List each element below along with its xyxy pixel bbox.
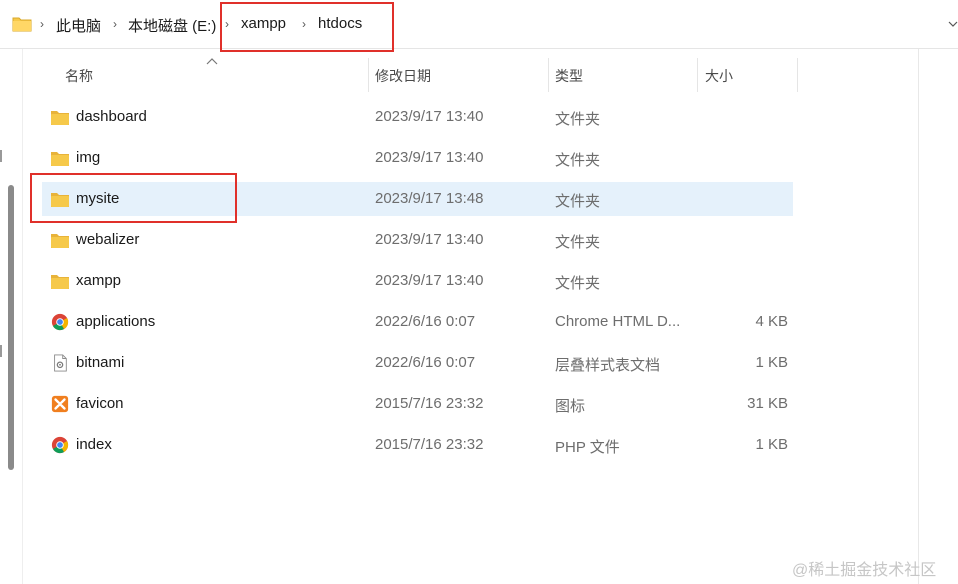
file-type: 文件夹 bbox=[555, 275, 601, 292]
column-header-type[interactable]: 类型 bbox=[555, 66, 583, 86]
file-date: 2023/9/17 13:48 bbox=[375, 190, 484, 207]
file-row-dashboard[interactable]: dashboard 2023/9/17 13:40 文件夹 bbox=[42, 100, 793, 134]
file-date: 2023/9/17 13:40 bbox=[375, 149, 484, 166]
file-row-xampp[interactable]: xampp 2023/9/17 13:40 文件夹 bbox=[42, 264, 793, 298]
folder-icon bbox=[51, 275, 69, 289]
file-size: 1 KB bbox=[755, 436, 788, 453]
column-header-name[interactable]: 名称 bbox=[65, 66, 93, 86]
file-size: 31 KB bbox=[747, 395, 788, 412]
file-type: 层叠样式表文档 bbox=[555, 357, 661, 374]
breadcrumb-local-disk-e[interactable]: 本地磁盘 (E:) bbox=[128, 15, 216, 36]
chevron-right-icon[interactable]: › bbox=[222, 17, 232, 31]
file-name: dashboard bbox=[76, 108, 147, 125]
folder-icon bbox=[51, 152, 69, 166]
breadcrumb-this-pc[interactable]: 此电脑 bbox=[56, 15, 101, 36]
file-date: 2023/9/17 13:40 bbox=[375, 108, 484, 125]
file-row-applications[interactable]: applications 2022/6/16 0:07 Chrome HTML … bbox=[42, 305, 793, 339]
column-divider[interactable] bbox=[368, 58, 369, 92]
column-divider[interactable] bbox=[797, 58, 798, 92]
sort-ascending-icon bbox=[206, 58, 218, 65]
chrome-icon bbox=[51, 313, 69, 331]
file-row-favicon[interactable]: favicon 2015/7/16 23:32 图标 31 KB bbox=[42, 387, 793, 421]
file-name: webalizer bbox=[76, 231, 140, 248]
folder-icon bbox=[12, 17, 32, 32]
file-name: img bbox=[76, 149, 101, 166]
watermark: @稀土掘金技术社区 bbox=[792, 562, 937, 579]
file-row-index[interactable]: index 2015/7/16 23:32 PHP 文件 1 KB bbox=[42, 428, 793, 462]
file-type: Chrome HTML D... bbox=[555, 313, 681, 330]
file-date: 2023/9/17 13:40 bbox=[375, 272, 484, 289]
file-name: xampp bbox=[76, 272, 122, 289]
column-divider[interactable] bbox=[548, 58, 549, 92]
file-type: 图标 bbox=[555, 398, 586, 415]
file-type: 文件夹 bbox=[555, 152, 601, 169]
chevron-right-icon[interactable]: › bbox=[299, 17, 309, 31]
chevron-right-icon[interactable]: › bbox=[37, 17, 47, 31]
file-type: 文件夹 bbox=[555, 234, 601, 251]
chevron-down-icon[interactable] bbox=[948, 18, 958, 30]
file-name: mysite bbox=[76, 190, 120, 207]
css-file-icon bbox=[54, 354, 67, 372]
folder-icon bbox=[51, 193, 69, 207]
pane-marker bbox=[0, 150, 2, 162]
file-name: applications bbox=[76, 313, 156, 330]
file-type: 文件夹 bbox=[555, 111, 601, 128]
file-row-img[interactable]: img 2023/9/17 13:40 文件夹 bbox=[42, 141, 793, 175]
file-name: index bbox=[76, 436, 112, 453]
file-date: 2015/7/16 23:32 bbox=[375, 395, 484, 412]
folder-icon bbox=[51, 111, 69, 125]
file-name: favicon bbox=[76, 395, 124, 412]
navigation-scrollbar-thumb[interactable] bbox=[8, 185, 14, 470]
folder-icon bbox=[51, 234, 69, 248]
file-date: 2022/6/16 0:07 bbox=[375, 354, 476, 371]
breadcrumb-htdocs[interactable]: htdocs bbox=[318, 15, 362, 32]
chrome-icon bbox=[51, 436, 69, 454]
file-size: 4 KB bbox=[755, 313, 788, 330]
details-pane-divider bbox=[918, 49, 919, 584]
address-bar[interactable]: › 此电脑 › 本地磁盘 (E:) › xampp › htdocs bbox=[0, 0, 958, 49]
file-date: 2023/9/17 13:40 bbox=[375, 231, 484, 248]
xampp-icon bbox=[51, 395, 69, 413]
pane-marker bbox=[0, 345, 2, 357]
column-header-size[interactable]: 大小 bbox=[705, 66, 733, 86]
column-divider[interactable] bbox=[697, 58, 698, 92]
chevron-right-icon[interactable]: › bbox=[110, 17, 120, 31]
file-row-webalizer[interactable]: webalizer 2023/9/17 13:40 文件夹 bbox=[42, 223, 793, 257]
file-size: 1 KB bbox=[755, 354, 788, 371]
file-row-mysite[interactable]: mysite 2023/9/17 13:48 文件夹 bbox=[42, 182, 793, 216]
column-header-date[interactable]: 修改日期 bbox=[375, 66, 431, 86]
breadcrumb-xampp[interactable]: xampp bbox=[241, 15, 286, 32]
file-type: 文件夹 bbox=[555, 193, 601, 210]
file-date: 2015/7/16 23:32 bbox=[375, 436, 484, 453]
file-name: bitnami bbox=[76, 354, 125, 371]
pane-divider bbox=[22, 49, 23, 584]
file-row-bitnami[interactable]: bitnami 2022/6/16 0:07 层叠样式表文档 1 KB bbox=[42, 346, 793, 380]
file-date: 2022/6/16 0:07 bbox=[375, 313, 476, 330]
file-type: PHP 文件 bbox=[555, 439, 620, 456]
